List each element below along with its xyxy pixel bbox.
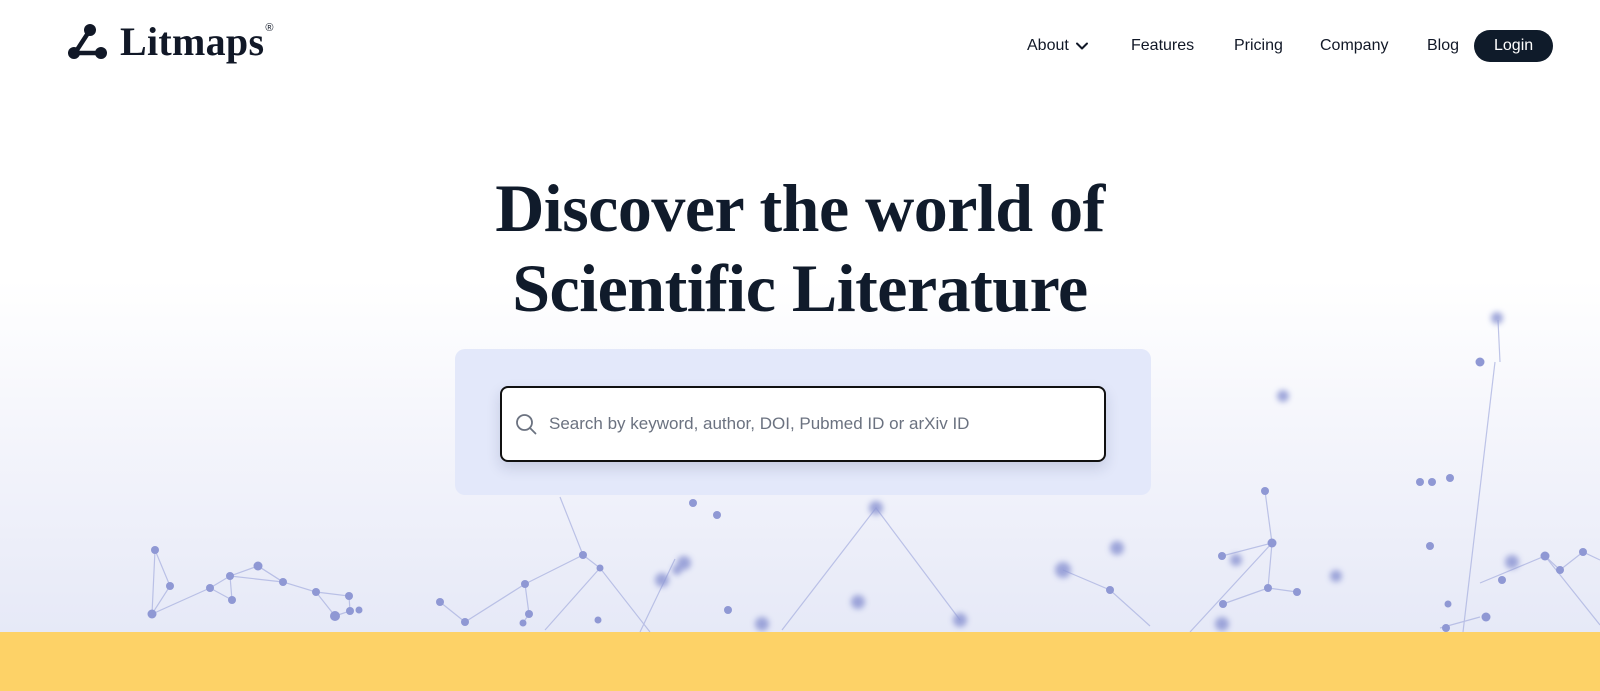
nav-company[interactable]: Company xyxy=(1320,35,1388,57)
search-box[interactable] xyxy=(500,386,1106,462)
hero-headline: Discover the world of Scientific Literat… xyxy=(0,168,1600,328)
nav-pricing[interactable]: Pricing xyxy=(1234,35,1283,57)
search-input[interactable] xyxy=(547,403,1090,445)
yellow-band xyxy=(0,632,1600,691)
search-panel xyxy=(455,349,1151,495)
nav-blog[interactable]: Blog xyxy=(1427,35,1459,57)
hero-headline-line-2: Scientific Literature xyxy=(512,250,1088,326)
registered-mark: ® xyxy=(265,22,274,34)
nav-about[interactable]: About xyxy=(1027,35,1089,57)
nav-about-label: About xyxy=(1027,37,1069,54)
top-navigation: Litmaps ® About Features Pricing Company… xyxy=(0,0,1600,92)
chevron-down-icon xyxy=(1075,42,1088,50)
litmaps-logo[interactable]: Litmaps ® xyxy=(66,22,273,62)
nav-features[interactable]: Features xyxy=(1131,35,1194,57)
search-icon xyxy=(516,414,537,435)
brand-name: Litmaps xyxy=(120,19,265,64)
hero-headline-line-1: Discover the world of xyxy=(495,170,1105,246)
litmaps-logo-icon xyxy=(68,24,107,59)
login-button[interactable]: Login xyxy=(1474,30,1554,62)
